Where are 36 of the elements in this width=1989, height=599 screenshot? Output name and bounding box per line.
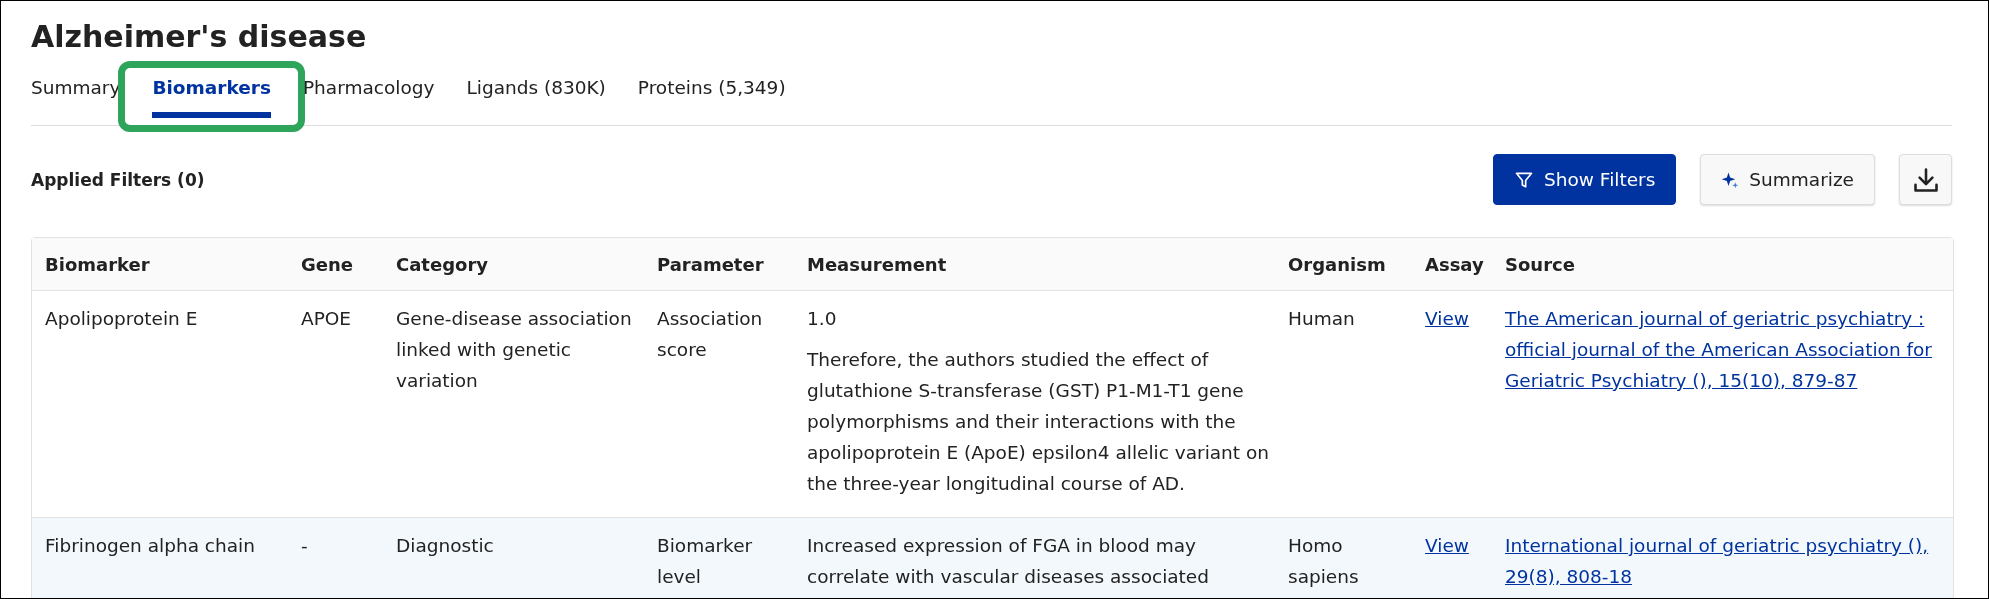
column-header: Source xyxy=(1505,253,1576,275)
column-header: Biomarker xyxy=(44,253,151,275)
tab[interactable]: Ligands (830K) xyxy=(466,71,606,118)
download-button[interactable] xyxy=(1899,154,1952,205)
source-link[interactable]: International journal of geriatric psychiatry (), 29(8), 808-18 xyxy=(1505,530,1953,592)
table-cell-text: 1.0 xyxy=(807,307,838,331)
view-link[interactable]: View xyxy=(1425,530,1505,561)
table-cell-text: Human xyxy=(1288,307,1356,331)
column-header: Gene xyxy=(301,253,354,275)
download-icon xyxy=(1911,165,1940,194)
table-cell-text: Association score xyxy=(657,307,764,362)
table-cell-text: - xyxy=(301,534,309,558)
table-cell-text: Diagnostic xyxy=(396,534,495,558)
column-header: Category xyxy=(396,253,490,275)
table-cell-text: Apolipoprotein E xyxy=(44,307,199,331)
summarize-button[interactable]: Summarize xyxy=(1700,154,1875,205)
table-cell-text: Increased expression of FGA in blood may correlate with vascular diseases associated xyxy=(807,534,1210,589)
column-header: Measurement xyxy=(807,253,948,275)
sparkle-icon xyxy=(1721,170,1740,189)
source-link[interactable]: The American journal of geriatric psychiatry : official journal of the American Association for Geriatric Psychiatry (), 15(10), 879-87 xyxy=(1505,303,1953,396)
table-cell-text: Gene-disease association linked with genetic variation xyxy=(396,307,633,393)
applied-filters-label: Applied Filters (0) xyxy=(31,169,205,190)
table-cell-text: Fibrinogen alpha chain xyxy=(44,534,256,558)
tab[interactable]: Biomarkers xyxy=(152,71,271,118)
tab[interactable]: Proteins (5,349) xyxy=(637,71,786,118)
tab[interactable]: Summary xyxy=(31,71,121,118)
view-link[interactable]: View xyxy=(1425,303,1505,334)
table-cell-text: Biomarker level xyxy=(657,534,754,589)
page-title: Alzheimer's disease xyxy=(31,19,368,54)
column-header: Assay xyxy=(1425,253,1485,275)
show-filters-button[interactable]: Show Filters xyxy=(1493,154,1677,205)
table-cell-text: APOE xyxy=(301,307,353,331)
table-cell-text: Homo sapiens xyxy=(1288,534,1360,589)
column-header: Organism xyxy=(1288,253,1387,275)
table-cell-text: Therefore, the authors studied the effect of glutathione S-transferase (GST) P1-M1-T1 gene polymorphisms and their interactions with the apolipoprotein E (ApoE) epsilon4 allelic variant on the three-year longitudinal course of AD. xyxy=(807,348,1270,496)
column-header: Parameter xyxy=(657,253,765,275)
